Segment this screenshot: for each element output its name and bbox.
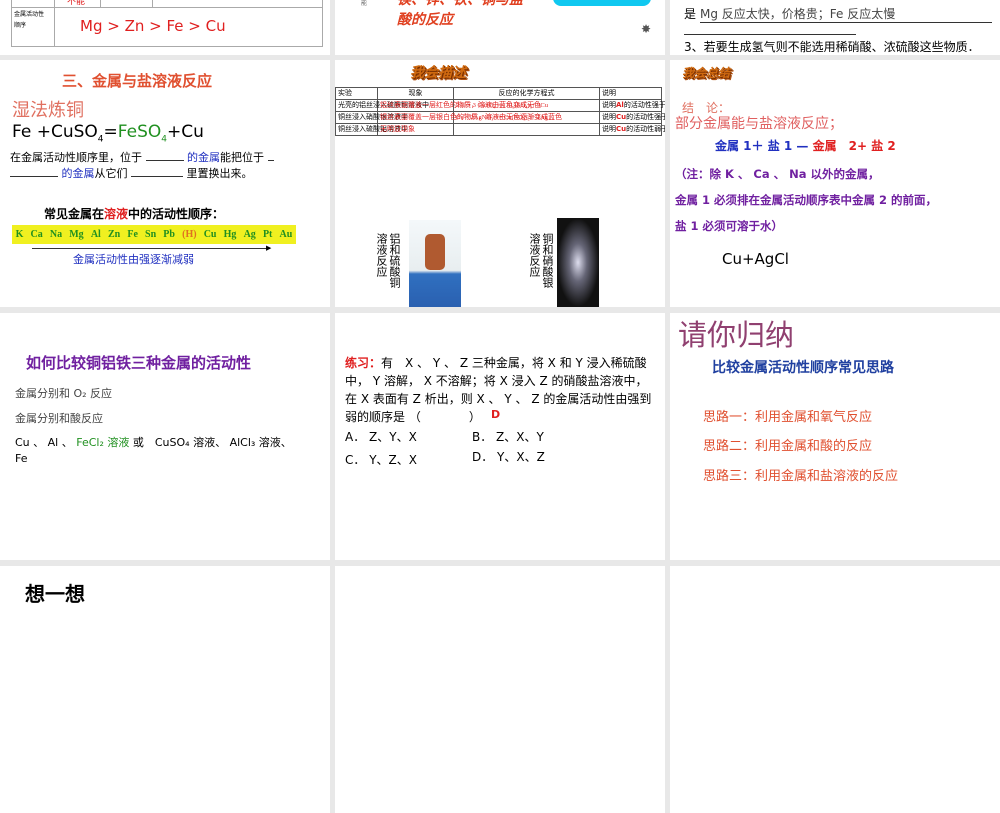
cell-text: 不能	[67, 0, 86, 7]
metal-symbol: Zn	[107, 229, 121, 240]
word-art-title: 我会描述	[410, 65, 466, 81]
metal-activity-series: K Ca Na Mg Al Zn Fe Sn Pb (H) Cu Hg Ag Pt Au	[12, 225, 296, 244]
metal-symbol: Mg	[69, 229, 84, 240]
metal-symbol: Fe	[127, 229, 138, 240]
fill-blank-text: 在金属活动性顺序里，位于 的金属能把位于 的金属从它们 里置换出来。	[10, 150, 274, 182]
slide-thumbnail-5[interactable]: 我会描述 实验 现象 反应的化学方程式 说明 光亮的铝丝浸入硫酸铜溶液中 铝丝表面覆盖一…	[335, 60, 665, 307]
slide-subtitle: 比较金属活动性顺序常见思路	[712, 360, 894, 376]
idea-3: 思路三：利用金属和盐溶液的反应	[703, 469, 899, 484]
note-text: 的活动性强于	[626, 113, 665, 121]
slide-thumbnail-11[interactable]	[335, 566, 665, 813]
slide-thumbnail-7[interactable]: 如何比较铜铝铁三种金属的活动性 金属分别和 O₂ 反应 金属分别和酸反应 Cu …	[0, 313, 330, 560]
row-label: 金属活动性顺序	[14, 11, 45, 29]
metal-symbol: Na	[49, 229, 63, 240]
note-cell: 说明Cu的活动性弱于Al	[599, 123, 665, 136]
method-2: 金属分别和酸反应	[15, 412, 103, 425]
reagents: Cu 、 Al 、 FeCl₂ 溶液 或 CuSO₄ 溶液、 AlCl₃ 溶液、	[15, 436, 292, 449]
metal-symbol: Hg	[223, 229, 237, 240]
slide-thumbnail-10[interactable]: 想一想	[0, 566, 330, 813]
metal-symbol: Sn	[145, 229, 157, 240]
slide-thumbnail-8[interactable]: 练习：有 X 、 Y 、 Z 三种金属，将 X 和 Y 浸入稀硫酸中， Y 溶解…	[335, 313, 665, 560]
caption-2: 铜和硝酸银溶液反应	[528, 233, 554, 288]
caption-1: 铝和硫酸铜溶液反应	[375, 233, 401, 288]
test-tube-photo-1	[409, 220, 461, 307]
exercise-question: 练习：有 X 、 Y 、 Z 三种金属，将 X 和 Y 浸入稀硫酸中， Y 溶解…	[345, 356, 652, 424]
line-prefix: 是	[684, 7, 697, 21]
general-formula: 金属 1＋ 盐 1 — 金属 2+ 盐 2	[715, 139, 896, 153]
slide-title: 三、金属与盐溶液反应	[62, 72, 213, 90]
metal-symbol: Au	[279, 229, 293, 240]
conclusion-text: 部分金属能与盐溶液反应；	[675, 116, 843, 132]
note-text: 的活动性强于	[623, 101, 665, 109]
slide-subtitle: 湿法炼铜	[12, 100, 84, 121]
method-1: 金属分别和 O₂ 反应	[15, 387, 113, 400]
cyan-shape	[553, 0, 651, 6]
note-cell: 说明Cu的活动性强于Ag	[599, 111, 665, 124]
option-a[interactable]: A． Z、Y、X	[345, 428, 417, 445]
slide-thumbnail-6[interactable]: 我会总结 结 论： 部分金属能与盐溶液反应； 金属 1＋ 盐 1 — 金属 2+…	[670, 60, 1000, 307]
metal-symbol: Cu	[203, 229, 217, 240]
slide-thumbnail-12[interactable]	[670, 566, 1000, 813]
option-c[interactable]: C． Y、Z、X	[345, 451, 417, 468]
experiment-table: 实验 现象 反应的化学方程式 说明 光亮的铝丝浸入硫酸铜溶液中 铝丝表面覆盖一层红色的物…	[335, 87, 665, 136]
star-icon: ✸	[641, 22, 652, 36]
arrow-label: 金属活动性由强逐渐减弱	[73, 253, 194, 266]
slide-title: 想一想	[25, 582, 85, 606]
activity-table: 不能 金属活动性顺序 Mg > Zn > Fe > Cu	[11, 0, 323, 47]
equation: Fe +CuSO4=FeSO4+Cu	[12, 122, 204, 145]
slide-thumbnail-4[interactable]: 三、金属与盐溶液反应 湿法炼铜 Fe +CuSO4=FeSO4+Cu 在金属活动…	[0, 60, 330, 307]
idea-1: 思路一：利用金属和氧气反应	[703, 410, 873, 425]
word-art-title: 我会总结	[682, 66, 731, 80]
metal-symbol: Ca	[30, 229, 43, 240]
option-b[interactable]: B． Z、X、Y	[472, 428, 544, 445]
answer-mark: D	[491, 408, 501, 421]
metal-symbol: Al	[90, 229, 101, 240]
slide-thumbnail-1[interactable]: 不能 金属活动性顺序 Mg > Zn > Fe > Cu	[0, 0, 330, 55]
note-1: （注：除 K 、 Ca 、 Na 以外的金属，	[675, 167, 880, 181]
note-cell: 说明Al的活动性强于Cu	[599, 99, 665, 112]
test-tube-photo-2	[557, 218, 599, 307]
note-text: 的活动性弱于	[626, 125, 665, 133]
metal-symbol: Pt	[262, 229, 273, 240]
note-3: 盐 1 必须可溶于水）	[675, 219, 784, 233]
idea-2: 思路二：利用金属和酸的反应	[703, 439, 873, 454]
metal-symbol: Ag	[243, 229, 256, 240]
slide-thumbnail-2[interactable]: 能 镁、锌、铁、铜与盐酸的反应 ✸	[335, 0, 665, 55]
activity-order: Mg > Zn > Fe > Cu	[80, 17, 226, 35]
slide-title: 请你归纳	[678, 318, 795, 352]
answer-line: Mg 反应太快，价格贵；Fe 反应太慢	[700, 5, 992, 23]
arrow-head-icon: ▶	[266, 244, 272, 252]
caption: 镁、锌、铁、铜与盐酸的反应	[397, 0, 523, 28]
metal-symbol: K	[15, 229, 24, 240]
note-line: 3、若要生成氢气则不能选用稀硝酸、浓硫酸这些物质．	[684, 40, 980, 54]
metal-symbol: (H)	[182, 229, 197, 240]
arrow	[32, 248, 270, 249]
order-title: 常见金属在溶液中的活动性顺序：	[44, 207, 225, 221]
option-d[interactable]: D． Y、X、Z	[472, 448, 545, 465]
reagents-cont: Fe	[15, 452, 28, 465]
metal-symbol: Pb	[163, 229, 175, 240]
slide-title: 如何比较铜铝铁三种金属的活动性	[26, 354, 252, 372]
slide-thumbnail-3[interactable]: 是 Mg 反应太快，价格贵；Fe 反应太慢 3、若要生成氢气则不能选用稀硝酸、浓…	[670, 0, 1000, 55]
note-2: 金属 1 必须排在金属活动顺序表中金属 2 的前面，	[675, 193, 938, 207]
example: Cu+AgCl	[722, 250, 789, 268]
slide-thumbnail-9[interactable]: 请你归纳 比较金属活动性顺序常见思路 思路一：利用金属和氧气反应 思路二：利用金…	[670, 313, 1000, 560]
small-label: 能	[361, 0, 368, 7]
